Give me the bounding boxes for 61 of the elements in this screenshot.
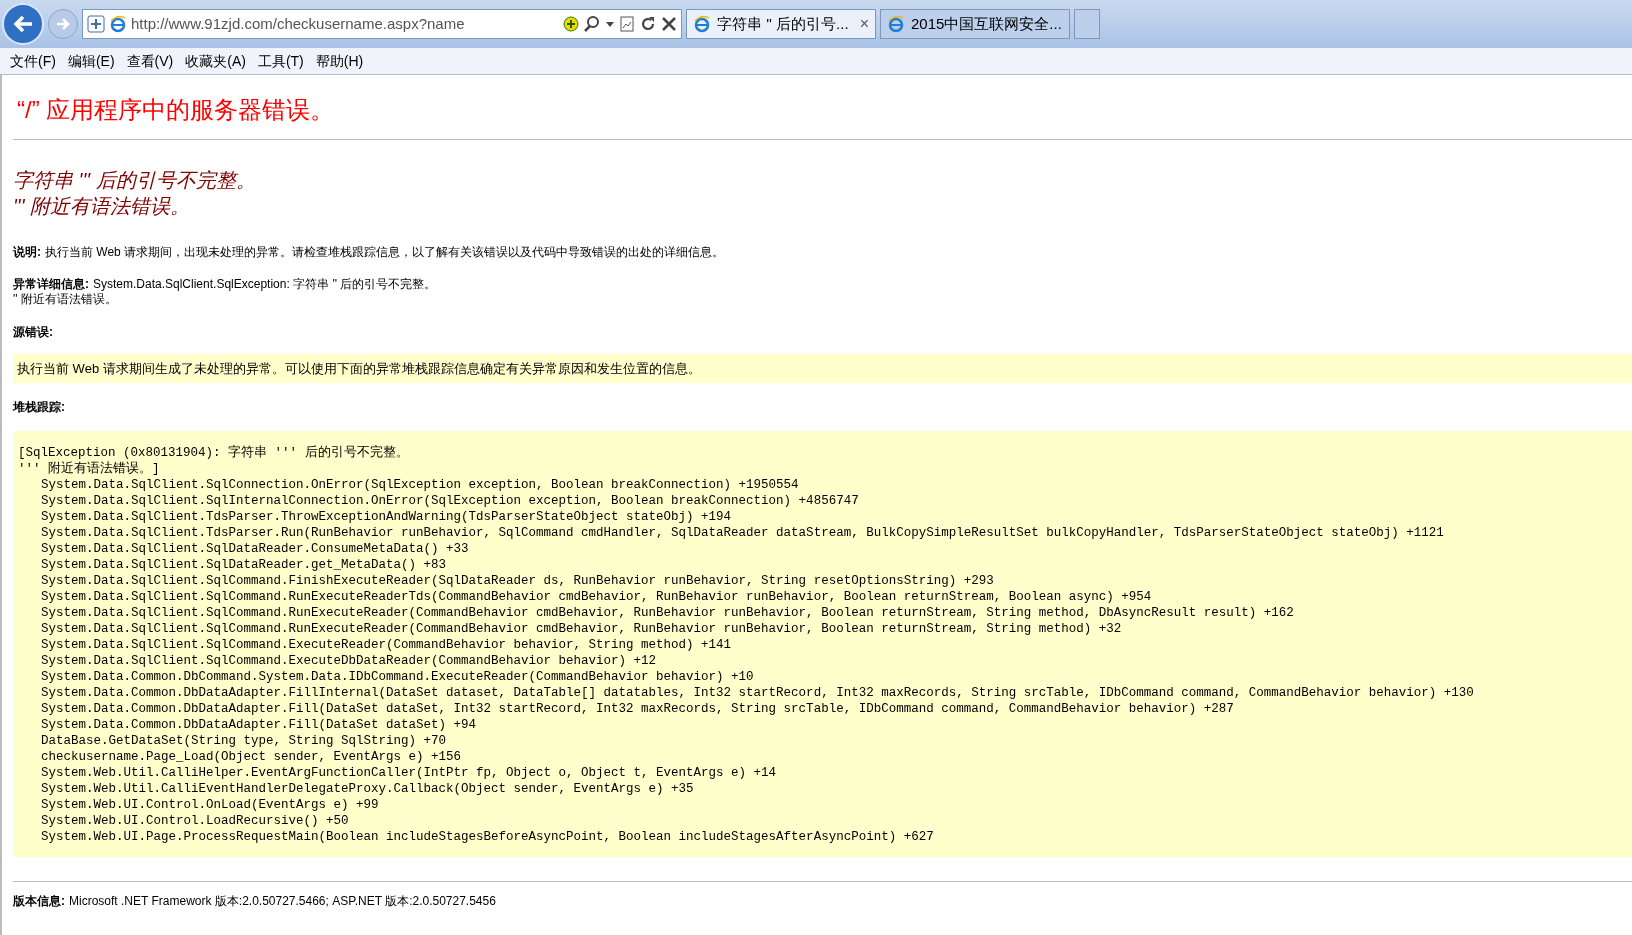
stack-frame-line: System.Data.Common.DbDataAdapter.FillInternal(DataSet dataset, DataTable[] datatables, Int32 startRecord, Int32 maxRecords, String srcTable, IDbCommand command, CommandBehavior behavior) +130: [40, 685, 1474, 701]
version-text: Microsoft .NET Framework 版本:2.0.50727.5466; ASP.NET 版本:2.0.50727.5456: [69, 893, 496, 910]
menu-item[interactable]: 查看(V): [120, 50, 180, 72]
left-arrow-icon: [12, 14, 34, 34]
tab-close-button[interactable]: ×: [859, 12, 869, 36]
menu-item[interactable]: 编辑(E): [61, 50, 121, 72]
source-error-text: 执行当前 Web 请求期间生成了未处理的异常。可以使用下面的异常堆栈跟踪信息确定有关异常原因和发生位置的信息。: [17, 359, 701, 378]
page-icon[interactable]: [619, 16, 635, 32]
stack-frame-line: System.Data.SqlClient.SqlCommand.RunExecuteReader(CommandBehavior cmdBehavior, RunBehavior runBehavior, Boolean returnStream, String method) +32: [40, 621, 1122, 637]
stack-frame-line: System.Data.SqlClient.TdsParser.ThrowExceptionAndWarning(TdsParserStateObject stateObj) +194: [40, 509, 732, 525]
browser-logo-icon: [887, 15, 905, 33]
stack-frame-line: System.Data.SqlClient.SqlCommand.FinishExecuteReader(SqlDataReader ds, RunBehavior runBehavior, String resetOptionsString) +293: [40, 573, 994, 589]
page-title: “/” 应用程序中的服务器错误。: [16, 95, 336, 125]
exception-text: '' 附近有语法错误。: [13, 292, 118, 307]
exception-header-line: [SqlException (0x80131904): 字符串 ''' 后的引号不完整。: [18, 445, 409, 461]
exception-text: System.Data.SqlClient.SqlException: 字符串 '' 后的引号不完整。: [93, 277, 437, 292]
exception-header-line: ''' 附近有语法错误。]: [18, 461, 160, 477]
browser-logo-icon: [109, 15, 127, 33]
stack-frame-line: System.Web.UI.Control.OnLoad(EventArgs e) +99: [40, 797, 379, 813]
address-bar[interactable]: http://www.91zjd.com/checkusername.aspx?name: [82, 9, 682, 39]
error-heading: 字符串 ''' 后的引号不完整。: [13, 168, 257, 193]
stack-frame-line: DataBase.GetDataSet(String type, String SqlString) +70: [40, 733, 447, 749]
stack-frame-line: System.Data.SqlClient.TdsParser.Run(RunBehavior runBehavior, SqlCommand cmdHandler, SqlDataReader dataStream, BulkCopySimpleResultSet bulkCopyHandler, TdsParserStateObject stateObj) +1121: [40, 525, 1444, 541]
stack-frame-line: System.Data.SqlClient.SqlDataReader.ConsumeMetaData() +33: [40, 541, 469, 557]
refresh-icon[interactable]: [639, 15, 657, 33]
stack-frame-line: System.Data.SqlClient.SqlCommand.ExecuteReader(CommandBehavior behavior, String method) +141: [40, 637, 732, 653]
browser-tab[interactable]: 2015中国互联网安全...: [880, 9, 1070, 39]
menu-item[interactable]: 帮助(H): [309, 50, 370, 72]
back-button[interactable]: [2, 3, 44, 45]
browser-tab[interactable]: 字符串 '' 后的引号... ×: [686, 9, 876, 39]
stack-frame-line: System.Data.Common.DbDataAdapter.Fill(DataSet dataSet) +94: [40, 717, 477, 733]
stack-frame-line: System.Data.SqlClient.SqlCommand.ExecuteDbDataReader(CommandBehavior behavior) +12: [40, 653, 657, 669]
stack-frame-line: System.Data.SqlClient.SqlCommand.RunExecuteReader(CommandBehavior cmdBehavior, RunBehavior runBehavior, Boolean returnStream, String method, DbAsyncResult result) +162: [40, 605, 1294, 621]
right-arrow-icon: [55, 17, 71, 31]
stack-frame-line: System.Data.SqlClient.SqlCommand.RunExecuteReaderTds(CommandBehavior cmdBehavior, RunBehavior runBehavior, Boolean returnStream, Boolean async) +954: [40, 589, 1152, 605]
compatibility-icon[interactable]: [563, 16, 579, 32]
browser-logo-icon: [693, 15, 711, 33]
stack-frame-line: System.Web.UI.Control.LoadRecursive() +50: [40, 813, 349, 829]
stack-frame-line: System.Data.Common.DbDataAdapter.Fill(DataSet dataSet, Int32 startRecord, Int32 maxRecords, String srcTable, IDbCommand command, CommandBehavior behavior) +287: [40, 701, 1234, 717]
stack-frame-line: System.Web.Util.CalliEventHandlerDelegateProxy.Callback(Object sender, EventArgs e) +35: [40, 781, 694, 797]
stack-frame-line: System.Data.SqlClient.SqlInternalConnection.OnError(SqlException exception, Boolean breakConnection) +4856747: [40, 493, 859, 509]
stack-frame-line: checkusername.Page_Load(Object sender, EventArgs e) +156: [40, 749, 462, 765]
stack-frame-line: System.Data.SqlClient.SqlDataReader.get_MetaData() +83: [40, 557, 447, 573]
field-label: 异常详细信息:: [13, 277, 89, 292]
url-text: http://www.91zjd.com/checkusername.aspx?name: [131, 13, 465, 34]
search-icon[interactable]: [583, 15, 601, 33]
menu-item[interactable]: 工具(T): [251, 50, 310, 72]
caret-icon[interactable]: [605, 20, 615, 28]
stack-frame-line: System.Data.Common.DbCommand.System.Data.IDbCommand.ExecuteReader(CommandBehavior behavior) +10: [40, 669, 754, 685]
menu-item[interactable]: 收藏夹(A): [179, 50, 252, 72]
menu-item[interactable]: 文件(F): [4, 50, 62, 72]
error-heading: ''' 附近有语法错误。: [13, 194, 191, 219]
close-icon[interactable]: [661, 16, 677, 32]
section-label: 源错误:: [13, 324, 53, 341]
section-label: 堆栈跟踪:: [13, 399, 65, 416]
stack-frame-line: System.Data.SqlClient.SqlConnection.OnError(SqlException exception, Boolean breakConnection) +1950554: [40, 477, 799, 493]
field-label: 版本信息:: [13, 893, 65, 910]
stack-frame-line: System.Web.Util.CalliHelper.EventArgFunctionCaller(IntPtr fp, Object o, Object t, EventArgs e) +14: [40, 765, 777, 781]
stack-frame-line: System.Web.UI.Page.ProcessRequestMain(Boolean includeStagesBeforeAsyncPoint, Boolean includeStagesAfterAsyncPoint) +627: [40, 829, 934, 845]
description-text: 执行当前 Web 请求期间，出现未处理的异常。请检查堆栈跟踪信息，以了解有关该错误以及代码中导致错误的出处的详细信息。: [45, 244, 725, 261]
field-label: 说明:: [13, 244, 41, 261]
